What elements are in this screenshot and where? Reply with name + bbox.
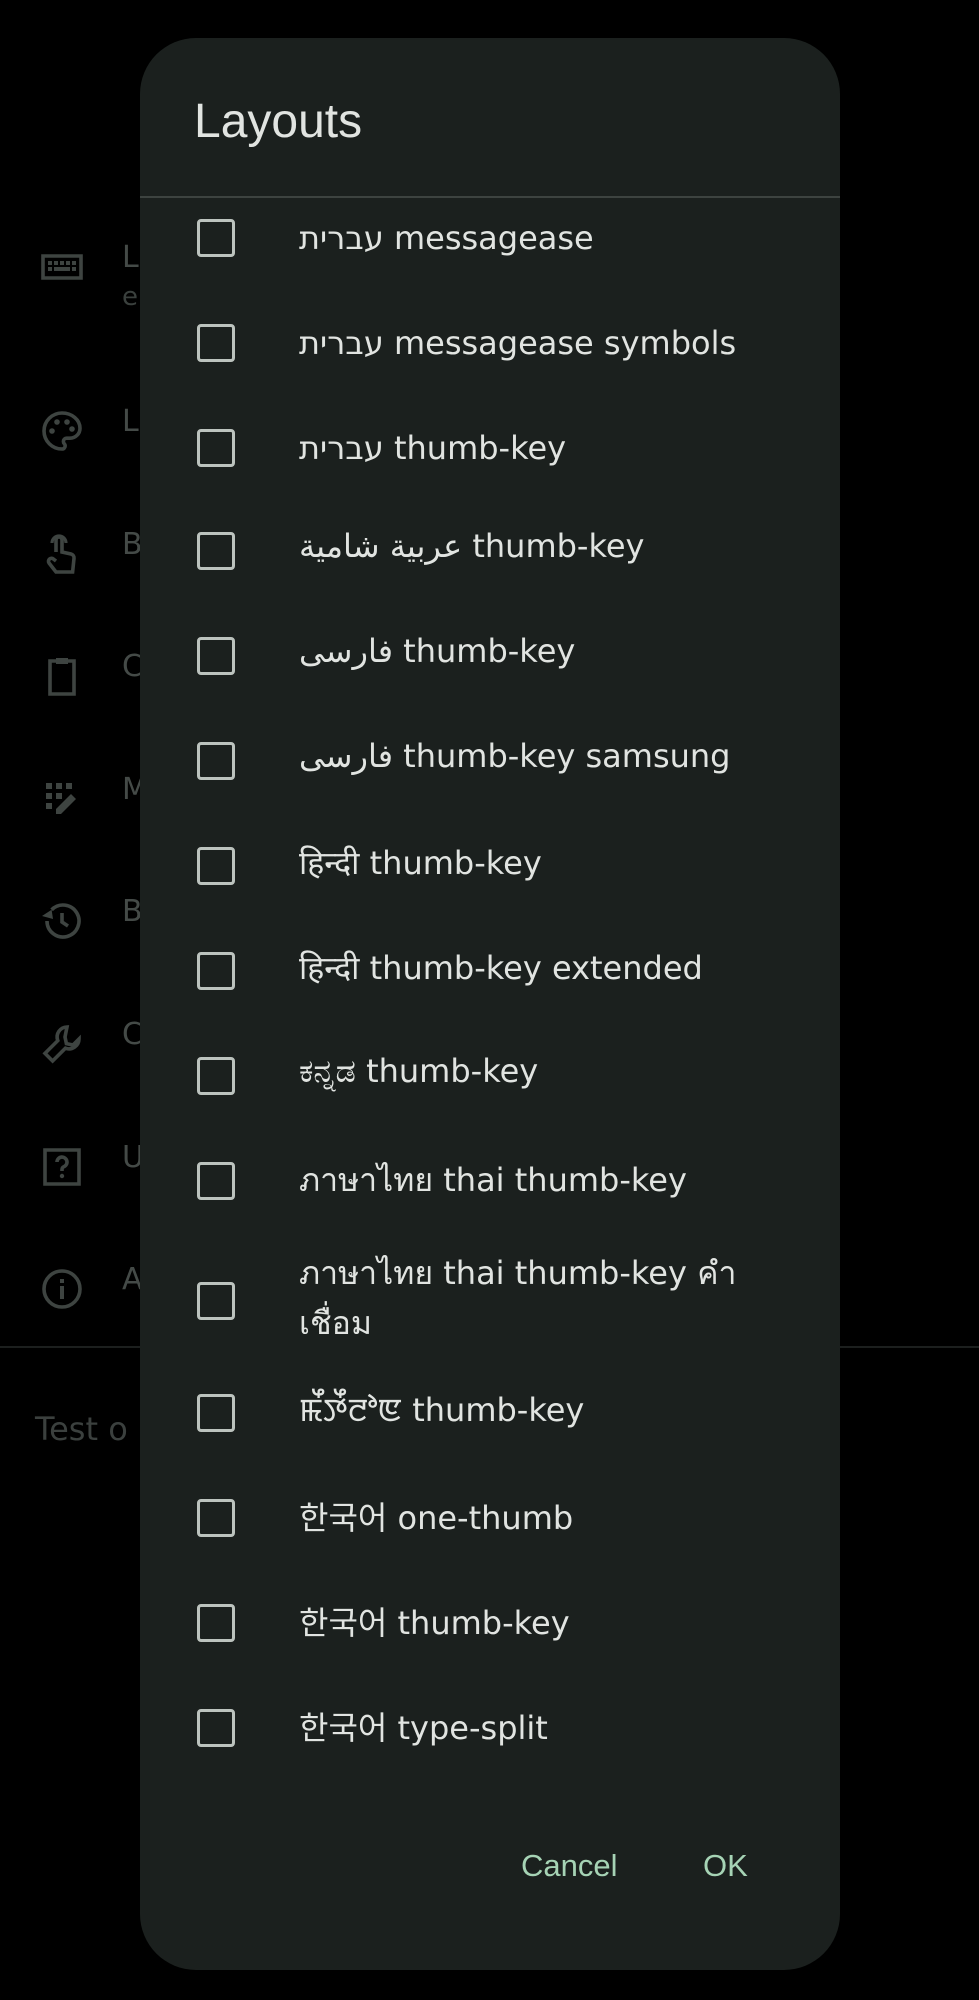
layout-option-label: עברית thumb-key bbox=[299, 429, 567, 467]
checkbox[interactable] bbox=[197, 324, 235, 362]
checkbox[interactable] bbox=[197, 1394, 235, 1432]
checkbox[interactable] bbox=[197, 742, 235, 780]
palette-icon bbox=[38, 407, 86, 455]
layout-option-label: ภาษาไทย thai thumb-key bbox=[299, 1161, 687, 1199]
checkbox[interactable] bbox=[197, 637, 235, 675]
layout-option[interactable]: 한국어 type-split bbox=[140, 1688, 840, 1768]
checkbox[interactable] bbox=[197, 847, 235, 885]
clipboard-icon bbox=[38, 652, 86, 700]
checkbox[interactable] bbox=[197, 1499, 235, 1537]
layout-option[interactable]: ภาษาไทย thai thumb-key bbox=[140, 1141, 840, 1221]
layout-option-label: ภาษาไทย thai thumb-key คำเชื่อม bbox=[299, 1254, 737, 1342]
layout-option[interactable]: ภาษาไทย thai thumb-key คำเชื่อม bbox=[140, 1246, 840, 1356]
layout-option[interactable]: עברית thumb-key bbox=[140, 408, 840, 488]
history-icon bbox=[38, 897, 86, 945]
layout-option[interactable]: עברית messagease bbox=[140, 198, 840, 278]
layout-option[interactable]: ꯃꯩꯇꯩꯂꯣꯟ thumb-key bbox=[140, 1373, 840, 1453]
wrench-icon bbox=[38, 1020, 86, 1068]
ok-button[interactable]: OK bbox=[703, 1848, 748, 1884]
layout-option[interactable]: فارسی thumb-key bbox=[140, 616, 840, 696]
layout-option-label: 한국어 one-thumb bbox=[299, 1499, 574, 1537]
cancel-button[interactable]: Cancel bbox=[521, 1848, 618, 1884]
help-icon bbox=[38, 1143, 86, 1191]
layout-option-label: עברית messagease bbox=[299, 219, 594, 257]
keyboard-icon bbox=[38, 243, 86, 291]
checkbox[interactable] bbox=[197, 1162, 235, 1200]
settings-item-title: L bbox=[122, 404, 139, 439]
dialog-actions: Cancel OK bbox=[140, 1848, 840, 1908]
info-icon bbox=[38, 1265, 86, 1313]
layouts-dialog: Layouts עברית messagease עברית messageas… bbox=[140, 38, 840, 1970]
layout-option[interactable]: فارسی thumb-key samsung bbox=[140, 721, 840, 801]
layout-option-label: فارسی thumb-key samsung bbox=[299, 737, 731, 775]
checkbox[interactable] bbox=[197, 1604, 235, 1642]
layout-option[interactable]: ಕನ್ನಡ thumb-key bbox=[140, 1036, 840, 1116]
layout-option-label: 한국어 thumb-key bbox=[299, 1604, 570, 1642]
checkbox[interactable] bbox=[197, 1057, 235, 1095]
layout-option-label: ಕನ್ನಡ thumb-key bbox=[299, 1052, 539, 1090]
checkbox[interactable] bbox=[197, 532, 235, 570]
checkbox[interactable] bbox=[197, 219, 235, 257]
layout-option-label: हिन्दी thumb-key bbox=[299, 844, 542, 882]
touch-icon bbox=[38, 530, 86, 578]
test-input-placeholder: Test o bbox=[35, 1410, 128, 1448]
layout-option-label: فارسی thumb-key bbox=[299, 632, 576, 670]
layout-option[interactable]: عربية شامية thumb-key bbox=[140, 511, 840, 591]
layout-option[interactable]: 한국어 one-thumb bbox=[140, 1478, 840, 1558]
settings-item-subtitle: e bbox=[122, 282, 138, 312]
layout-option-label: 한국어 type-split bbox=[299, 1709, 548, 1747]
grid-edit-icon bbox=[38, 775, 86, 823]
checkbox[interactable] bbox=[197, 1282, 235, 1320]
checkbox[interactable] bbox=[197, 429, 235, 467]
layout-option-label: עברית messagease symbols bbox=[299, 324, 737, 362]
layout-option-label: हिन्दी thumb-key extended bbox=[299, 949, 703, 987]
layout-option[interactable]: हिन्दी thumb-key bbox=[140, 826, 840, 906]
layout-option[interactable]: 한국어 thumb-key bbox=[140, 1583, 840, 1663]
layout-option-label: عربية شامية thumb-key bbox=[299, 527, 645, 565]
layout-option[interactable]: हिन्दी thumb-key extended bbox=[140, 931, 840, 1011]
checkbox[interactable] bbox=[197, 1709, 235, 1747]
checkbox[interactable] bbox=[197, 952, 235, 990]
layout-option[interactable]: עברית messagease symbols bbox=[140, 303, 840, 383]
dialog-title: Layouts bbox=[194, 95, 363, 148]
layout-option-label: ꯃꯩꯇꯩꯂꯣꯟ thumb-key bbox=[299, 1391, 585, 1429]
settings-item-title: L bbox=[122, 240, 139, 275]
